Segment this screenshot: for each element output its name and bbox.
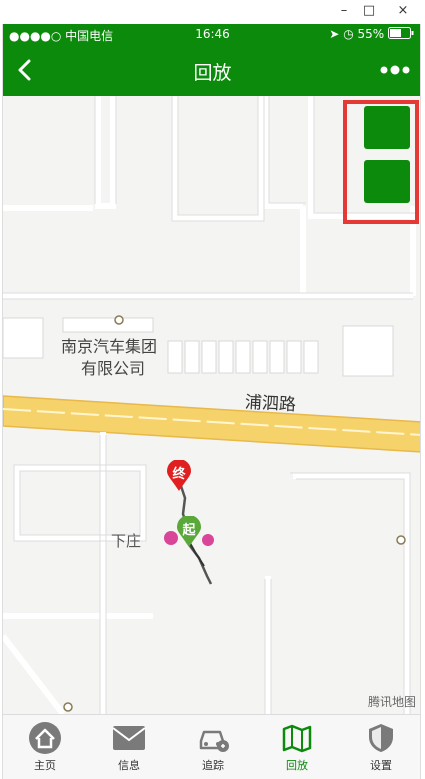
tab-settings[interactable]: 设置 <box>339 715 420 779</box>
tab-track-label: 追踪 <box>202 759 224 772</box>
tab-playback[interactable]: 回放 <box>255 715 339 779</box>
tab-home-label: 主页 <box>34 759 56 772</box>
poi-label-line2: 有限公司 <box>81 359 146 378</box>
home-icon <box>29 722 61 754</box>
tab-settings-label: 设置 <box>370 759 392 772</box>
status-bar: ●●●●○ 中国电信 16:46 ➤ ◷ 55% <box>3 24 420 46</box>
phone-screen: ●●●●○ 中国电信 16:46 ➤ ◷ 55% 回放 南京汽车集团 有限公司 … <box>2 24 421 779</box>
tab-track[interactable]: 追踪 <box>171 715 255 779</box>
tab-info[interactable]: 信息 <box>87 715 171 779</box>
poi-label: 南京汽车集团 <box>61 337 158 356</box>
alarm-icon: ◷ <box>343 27 354 41</box>
road-label: 浦泗路 <box>244 392 297 416</box>
village-label: 下庄 <box>111 532 142 550</box>
location-icon: ➤ <box>329 27 340 41</box>
end-marker-label: 终 <box>172 467 186 482</box>
tab-info-label: 信息 <box>118 759 140 772</box>
battery-icon <box>388 27 414 39</box>
minimize-button[interactable]: – <box>334 2 354 20</box>
tab-home[interactable]: 主页 <box>3 715 87 779</box>
map-attribution: 腾讯地图 <box>367 695 416 709</box>
start-marker[interactable]: 起 <box>176 516 202 548</box>
map-view[interactable]: 南京汽车集团 有限公司 浦泗路 下庄 腾讯地图 终 起 <box>3 96 420 714</box>
shield-icon <box>369 724 393 752</box>
tab-playback-label: 回放 <box>286 759 308 772</box>
close-button[interactable]: × <box>393 2 413 20</box>
map-icon <box>282 724 312 753</box>
page-title: 回放 <box>193 62 232 84</box>
battery-percent: 55% <box>357 27 385 41</box>
map-control-button-1[interactable] <box>364 106 410 149</box>
map-control-button-2[interactable] <box>364 160 410 203</box>
nav-bar: 回放 <box>3 46 420 96</box>
status-indicators: ➤ ◷ 55% <box>329 27 414 41</box>
end-marker[interactable]: 终 <box>166 460 192 492</box>
more-icon[interactable] <box>378 58 412 82</box>
maximize-button[interactable]: □ <box>359 2 379 20</box>
tab-bar: 主页 信息 追踪 回放 设置 <box>3 714 420 779</box>
mail-icon <box>112 726 146 750</box>
window-titlebar: – □ × <box>0 0 425 24</box>
start-marker-label: 起 <box>182 523 196 538</box>
car-icon <box>199 730 229 752</box>
